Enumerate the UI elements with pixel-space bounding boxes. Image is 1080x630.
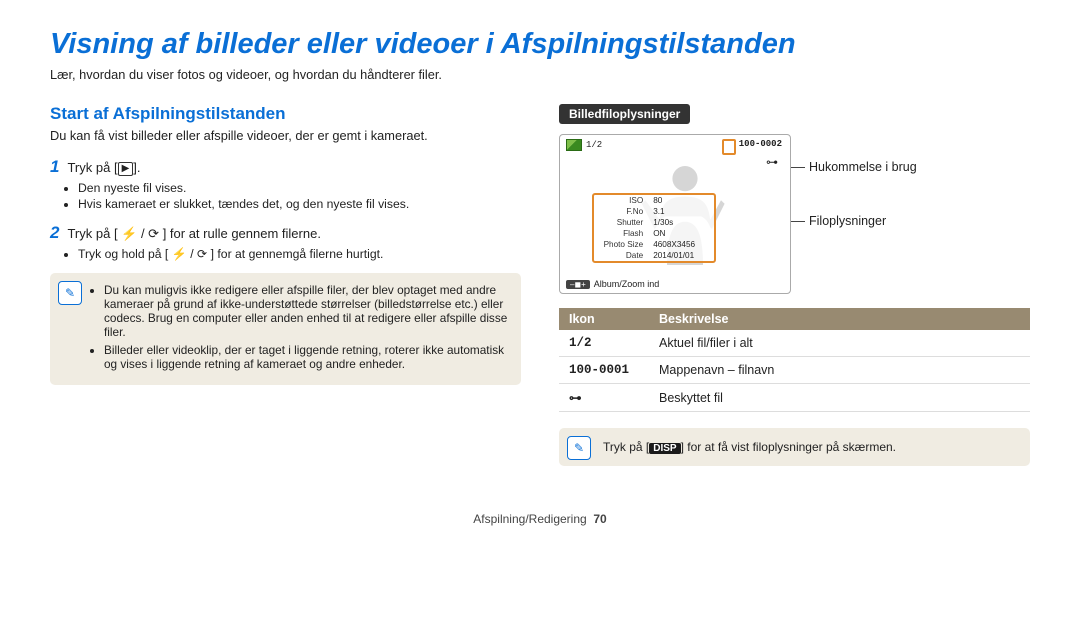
lock-icon: ⊶: [766, 155, 778, 170]
page-footer: Afspilning/Redigering 70: [50, 512, 1030, 526]
file-info-header-pill: Billedfiloplysninger: [559, 104, 690, 124]
step-1-number: 1: [50, 157, 59, 177]
page-lead: Lær, hvordan du viser fotos og videoer, …: [50, 67, 1030, 82]
table-row: ⊶ Beskyttet fil: [559, 384, 1030, 412]
step-2-bullet-1: Tryk og hold på [ ⚡ / ⟳ ] for at gennemg…: [78, 247, 521, 261]
section-heading-start: Start af Afspilningstilstanden: [50, 104, 521, 124]
step-1-text-post: ].: [133, 160, 140, 175]
callout-memory: Hukommelse i brug: [809, 160, 917, 174]
note-icon: ✎: [567, 436, 591, 460]
disp-button-icon: DISP: [649, 443, 680, 454]
step-1: 1 Tryk på [▶].: [50, 157, 521, 177]
tip-text-post: ] for at få vist filoplysninger på skærm…: [681, 440, 896, 454]
callout-fileinfo: Filoplysninger: [809, 214, 886, 228]
zoom-chip-icon: –◼+: [566, 280, 590, 289]
page-title: Visning af billeder eller videoer i Afsp…: [50, 28, 1030, 61]
section-intro: Du kan få vist billeder eller afspille v…: [50, 128, 521, 143]
thumbnail-icon: [566, 139, 582, 151]
step-2-text: Tryk på [ ⚡ / ⟳ ] for at rulle gennem fi…: [67, 226, 320, 242]
step-1-bullet-1: Den nyeste fil vises.: [78, 181, 521, 195]
playback-button-icon: ▶: [118, 162, 134, 176]
note-item-1: Du kan muligvis ikke redigere eller afsp…: [104, 283, 511, 339]
step-2-number: 2: [50, 223, 59, 243]
tip-box: ✎ Tryk på [DISP] for at få vist filoplys…: [559, 428, 1030, 466]
th-icon: Ikon: [559, 308, 649, 330]
table-row: 100-0001 Mappenavn – filnavn: [559, 357, 1030, 384]
table-row: 1/2 Aktuel fil/filer i alt: [559, 330, 1030, 357]
file-info-overlay: ISO80 F.No3.1 Shutter1/30s FlashON Photo…: [592, 193, 716, 263]
lcd-preview: 1/2 100-0002 ⊶ ISO80 F.No3.1 Shutter1/30…: [559, 134, 791, 294]
step-2: 2 Tryk på [ ⚡ / ⟳ ] for at rulle gennem …: [50, 223, 521, 243]
icon-description-table: Ikon Beskrivelse 1/2 Aktuel fil/filer i …: [559, 308, 1030, 412]
lcd-bottom-label: Album/Zoom ind: [594, 279, 660, 289]
note-icon: ✎: [58, 281, 82, 305]
note-item-2: Billeder eller videoklip, der er taget i…: [104, 343, 511, 371]
lcd-count: 1/2: [586, 140, 602, 150]
step-1-text-pre: Tryk på [: [67, 160, 117, 175]
th-desc: Beskrivelse: [649, 308, 1030, 330]
note-box: ✎ Du kan muligvis ikke redigere eller af…: [50, 273, 521, 385]
step-1-bullet-2: Hvis kameraet er slukket, tændes det, og…: [78, 197, 521, 211]
lcd-filenum: 100-0002: [739, 139, 782, 149]
tip-text-pre: Tryk på [: [603, 440, 649, 454]
